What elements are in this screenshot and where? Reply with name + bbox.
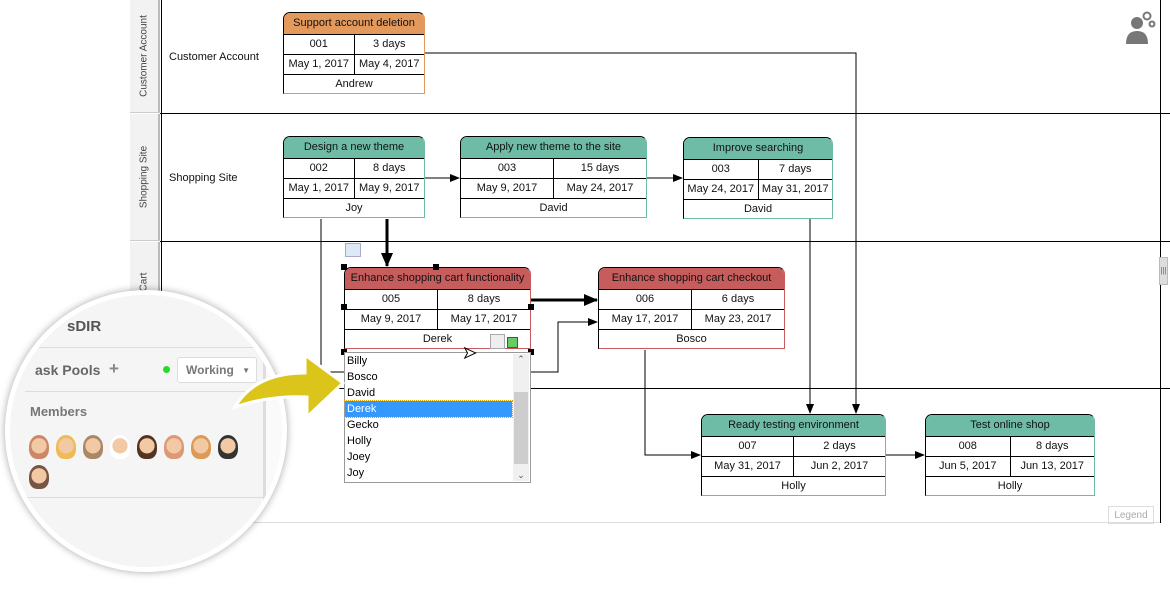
task-card[interactable]: Apply new theme to the site 003 15 days M… xyxy=(460,136,647,218)
task-start: May 9, 2017 xyxy=(461,179,554,198)
task-card[interactable]: Ready testing environment 007 2 days May … xyxy=(701,414,886,496)
task-start: May 31, 2017 xyxy=(702,457,794,476)
spreadsheet-icon[interactable] xyxy=(490,334,505,349)
dropdown-option[interactable]: Billy xyxy=(345,353,512,369)
user-settings-icon[interactable] xyxy=(1125,10,1157,46)
task-owner[interactable]: Holly xyxy=(926,477,1094,495)
task-start: Jun 5, 2017 xyxy=(926,457,1011,476)
connector xyxy=(531,318,598,373)
dropdown-option[interactable]: Joy xyxy=(345,465,512,481)
task-owner[interactable]: David xyxy=(461,199,646,217)
task-card[interactable]: Design a new theme 002 8 days May 1, 2017… xyxy=(283,136,425,218)
chevron-down-icon[interactable]: ▼ xyxy=(241,323,250,333)
task-duration: 15 days xyxy=(580,162,620,174)
task-start: May 9, 2017 xyxy=(345,310,438,329)
task-end: Jun 13, 2017 xyxy=(1020,460,1085,472)
task-owner[interactable]: David xyxy=(684,200,832,218)
owner-dropdown-list[interactable]: Billy Bosco David Derek Gecko Holly Joey Joy ⌃ ⌄ xyxy=(344,352,531,483)
task-end: May 17, 2017 xyxy=(450,313,518,325)
task-id: 002 xyxy=(284,159,355,178)
scroll-down-icon[interactable]: ⌄ xyxy=(513,470,529,481)
task-end: May 4, 2017 xyxy=(358,58,420,70)
task-end: May 23, 2017 xyxy=(704,313,772,325)
task-duration: 8 days xyxy=(467,293,501,305)
dropdown-option[interactable]: Holly xyxy=(345,433,512,449)
task-start: May 17, 2017 xyxy=(599,310,692,329)
add-task-pool-button[interactable]: + xyxy=(109,359,119,379)
task-card[interactable]: Support account deletion 001 3 days May 1… xyxy=(283,12,425,94)
member-avatar[interactable] xyxy=(56,435,76,459)
pointer-arrow xyxy=(231,352,346,421)
task-card[interactable]: Test online shop 008 8 days Jun 5, 2017 Ju… xyxy=(925,414,1095,496)
dropdown-option[interactable]: David xyxy=(345,385,512,401)
task-title[interactable]: Enhance shopping cart functionality xyxy=(345,268,530,290)
member-avatar[interactable] xyxy=(164,435,184,459)
task-card[interactable]: Improve searching 003 7 days May 24, 2017… xyxy=(683,137,833,219)
task-title[interactable]: Enhance shopping cart checkout xyxy=(599,268,784,290)
task-owner[interactable]: Joy xyxy=(284,199,424,217)
scroll-thumb[interactable] xyxy=(514,392,528,464)
task-duration: 8 days xyxy=(1036,440,1069,452)
connector xyxy=(644,350,701,459)
task-duration: 7 days xyxy=(779,163,812,175)
task-title[interactable]: Design a new theme xyxy=(284,137,424,159)
task-id: 006 xyxy=(599,290,692,309)
task-duration: 3 days xyxy=(373,38,406,50)
legend-button[interactable]: Legend xyxy=(1108,506,1154,524)
member-avatar[interactable] xyxy=(83,435,103,459)
expand-icon[interactable] xyxy=(507,337,518,348)
dropdown-option[interactable]: Derek xyxy=(344,400,513,418)
task-title[interactable]: Ready testing environment xyxy=(702,415,885,437)
member-avatar[interactable] xyxy=(137,435,157,459)
selection-handle[interactable] xyxy=(341,304,347,310)
mouse-cursor-icon: ➤ xyxy=(462,345,477,363)
member-avatar[interactable] xyxy=(29,435,49,459)
task-end: May 31, 2017 xyxy=(761,183,829,195)
dropdown-option[interactable]: Bosco xyxy=(345,369,512,385)
dropdown-option[interactable]: Joey xyxy=(345,449,512,465)
task-owner[interactable]: Holly xyxy=(702,477,885,495)
task-id: 007 xyxy=(702,437,794,456)
task-id: 003 xyxy=(684,160,759,179)
task-title[interactable]: Support account deletion xyxy=(284,13,424,35)
task-owner[interactable]: Andrew xyxy=(284,75,424,93)
task-start: May 24, 2017 xyxy=(684,180,759,199)
task-duration: 6 days xyxy=(721,293,755,305)
scroll-up-icon[interactable]: ⌃ xyxy=(513,354,529,365)
task-pools-label: ask Pools xyxy=(35,362,101,378)
task-id: 003 xyxy=(461,159,554,178)
task-start: May 1, 2017 xyxy=(284,179,355,198)
task-id: 008 xyxy=(926,437,1011,456)
dropdown-option[interactable]: Gecko xyxy=(345,417,512,433)
status-dot xyxy=(163,366,170,373)
selection-handle[interactable] xyxy=(433,264,439,270)
task-duration: 2 days xyxy=(823,440,856,452)
table-link-icon[interactable] xyxy=(345,243,361,257)
task-end: May 24, 2017 xyxy=(566,182,634,194)
task-start: May 1, 2017 xyxy=(284,55,355,74)
members-heading: Members xyxy=(30,404,88,419)
dropdown-scrollbar[interactable]: ⌃ ⌄ xyxy=(513,354,529,481)
selection-handle[interactable] xyxy=(341,264,347,270)
member-avatar[interactable] xyxy=(110,435,130,459)
task-end: May 9, 2017 xyxy=(358,182,420,194)
member-avatar[interactable] xyxy=(29,465,49,489)
task-title[interactable]: Apply new theme to the site xyxy=(461,137,646,159)
task-id: 005 xyxy=(345,290,438,309)
task-id: 001 xyxy=(284,35,355,54)
task-duration: 8 days xyxy=(373,162,406,174)
project-name: sDIR xyxy=(67,318,102,335)
scroll-grip-icon[interactable]: ||| xyxy=(1159,257,1168,285)
task-owner[interactable]: Bosco xyxy=(599,330,784,348)
member-avatar[interactable] xyxy=(218,435,238,459)
task-title[interactable]: Improve searching xyxy=(684,138,832,160)
task-title[interactable]: Test online shop xyxy=(926,415,1094,437)
member-avatar[interactable] xyxy=(191,435,211,459)
task-end: Jun 2, 2017 xyxy=(810,460,869,472)
selection-handle[interactable] xyxy=(528,304,534,310)
task-card[interactable]: Enhance shopping cart checkout 006 6 days… xyxy=(598,267,785,349)
